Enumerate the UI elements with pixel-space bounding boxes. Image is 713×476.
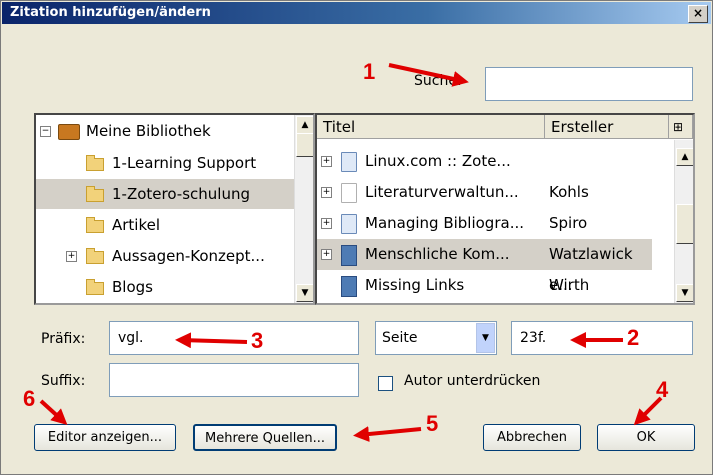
annotation-arrow-1 xyxy=(388,63,469,87)
annotation-arrow-6 xyxy=(39,399,68,426)
annotation-arrow-4 xyxy=(633,396,663,426)
annotation-arrow-5 xyxy=(353,426,422,442)
citation-dialog: Zitation hinzufügen/ändern × Suche: − Me… xyxy=(0,0,713,475)
annotation-arrows xyxy=(39,63,663,442)
annotation-arrow-3 xyxy=(175,332,248,349)
